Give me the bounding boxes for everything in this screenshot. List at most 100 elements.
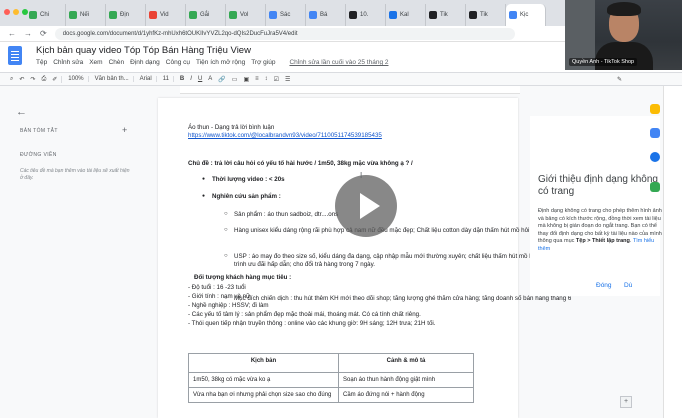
font-select[interactable]: Arial <box>140 76 157 82</box>
back-arrow-icon[interactable]: ← <box>8 29 16 38</box>
browser-tab[interactable]: Vol <box>226 4 266 26</box>
ruler[interactable] <box>180 86 520 94</box>
tab-favicon-icon <box>269 11 277 19</box>
maps-icon[interactable] <box>650 182 660 192</box>
print-icon[interactable]: ⎙ <box>41 76 46 83</box>
document-title[interactable]: Kịch bản quay video Tóp Tóp Bán Hàng Tri… <box>36 45 251 56</box>
tab-label: Sác <box>280 12 291 18</box>
panel-close-button[interactable]: Đóng <box>596 282 612 289</box>
window-controls[interactable] <box>4 9 28 15</box>
maximize-window-icon[interactable] <box>22 9 28 15</box>
line-spacing-icon[interactable]: ↕ <box>265 76 268 82</box>
checklist-icon[interactable]: ☑ <box>274 76 279 83</box>
text-color-icon[interactable]: A <box>208 76 212 82</box>
table-row: 1m50, 38kg có mặc vừa ko ạ Soạn áo thun … <box>188 372 474 388</box>
browser-tab[interactable]: Tik <box>466 4 506 26</box>
forward-arrow-icon[interactable]: → <box>24 29 32 38</box>
table-cell[interactable]: Cầm áo đứng nói + hành động <box>338 387 474 403</box>
tab-label: Tik <box>480 12 488 18</box>
menu-edit[interactable]: Chỉnh sửa <box>53 59 83 66</box>
font-size-select[interactable]: 11 <box>163 76 174 82</box>
minimize-window-icon[interactable] <box>13 9 19 15</box>
menu-file[interactable]: Tệp <box>36 59 47 66</box>
table-cell[interactable]: 1m50, 38kg có mặc vừa ko ạ <box>188 372 339 388</box>
menu-extensions[interactable]: Tiện ích mở rộng <box>196 59 245 66</box>
panel-more-button[interactable]: Dù <box>624 282 632 289</box>
menu-format[interactable]: Định dạng <box>130 59 160 66</box>
link-icon[interactable]: 🔗 <box>218 76 225 83</box>
target-occupation: - Nghề nghiệp : HSSV; đi làm <box>188 302 269 309</box>
tab-label: Gắi <box>200 12 210 18</box>
paint-format-icon[interactable]: ✐ <box>52 75 63 83</box>
target-psychology: - Các yếu tố tâm lý : sản phẩm đẹp mặc t… <box>188 311 421 318</box>
document-page[interactable]: Áo thun - Dạng trả lời bình luận https:/… <box>158 98 582 418</box>
comment-icon[interactable]: ▭ <box>232 76 238 83</box>
tab-favicon-icon <box>229 11 237 19</box>
close-window-icon[interactable] <box>4 9 10 15</box>
contacts-icon[interactable] <box>650 152 660 162</box>
reload-icon[interactable]: ⟳ <box>40 29 47 38</box>
align-icon[interactable]: ≡ <box>255 76 259 82</box>
browser-tab[interactable]: Địn <box>106 4 146 26</box>
summary-heading: BẢN TÓM TẮT <box>20 128 58 134</box>
underline-icon[interactable]: U <box>198 76 202 82</box>
explore-icon[interactable]: + <box>620 396 632 408</box>
tab-label: Vol <box>240 12 249 18</box>
close-outline-icon[interactable]: ← <box>16 106 27 118</box>
undo-icon[interactable]: ↶ <box>19 76 24 83</box>
tab-label: Tik <box>440 12 448 18</box>
menu-tools[interactable]: Công cụ <box>166 59 190 66</box>
table-cell[interactable]: Vừa nha bạn ơi nhưng phải chọn size sao … <box>188 387 339 403</box>
tab-favicon-icon <box>349 11 357 19</box>
add-summary-icon[interactable]: + <box>122 125 127 135</box>
browser-tab[interactable]: Kal <box>386 4 426 26</box>
browser-tab[interactable]: Chi <box>26 4 66 26</box>
target-age: - Độ tuổi : 16 -23 tuổi <box>188 284 246 291</box>
script-table: Kịch bản Cảnh & mô tả 1m50, 38kg có mặc … <box>188 353 474 403</box>
url-field[interactable]: docs.google.com/document/d/1yhfKz-mhUxh6… <box>54 27 515 40</box>
browser-tab[interactable]: Nếi <box>66 4 106 26</box>
tab-favicon-icon <box>509 11 517 19</box>
google-docs-logo-icon[interactable] <box>8 46 22 65</box>
tab-favicon-icon <box>69 11 77 19</box>
header-script: Kịch bản <box>188 353 339 373</box>
keep-icon[interactable] <box>650 104 660 114</box>
bold-icon[interactable]: B <box>180 76 184 82</box>
browser-tab[interactable]: Bá <box>306 4 346 26</box>
italic-icon[interactable]: I <box>190 76 192 82</box>
outline-sidebar: ← BẢN TÓM TẮT + ĐƯỜNG VIỀN Các tiêu đề m… <box>0 94 140 418</box>
style-select[interactable]: Văn bản th... <box>95 76 134 82</box>
menu-insert[interactable]: Chèn <box>109 59 125 66</box>
tab-label: Nếi <box>80 12 90 18</box>
topic-line: Chủ đề : trả lời câu hỏi có yếu tố hài h… <box>188 160 413 167</box>
image-icon[interactable]: ▣ <box>243 76 249 83</box>
formatting-toolbar: ⌕ ↶ ↷ ⎙ ✐ 100% Văn bản th... Arial 11 B … <box>0 72 682 86</box>
browser-tab[interactable]: Kịc <box>506 4 546 26</box>
search-menu-icon[interactable]: ⌕ <box>10 76 13 83</box>
browser-tab[interactable]: Vid <box>146 4 186 26</box>
tiktok-video-link[interactable]: https://www.tiktok.com/@localbrandvn93/v… <box>188 132 498 140</box>
zoom-select[interactable]: 100% <box>68 76 89 82</box>
menu-view[interactable]: Xem <box>89 59 102 66</box>
redo-icon[interactable]: ↷ <box>30 76 35 83</box>
browser-tab[interactable]: Gắi <box>186 4 226 26</box>
menu-help[interactable]: Trợ giúp <box>251 59 275 66</box>
editing-mode-icon[interactable]: ✎ <box>617 76 622 83</box>
header-scene: Cảnh & mô tả <box>338 353 474 373</box>
panel-title: Giới thiệu định dạng không có trang <box>538 174 658 197</box>
browser-tab[interactable]: 10. <box>346 4 386 26</box>
browser-tab[interactable]: Sác <box>266 4 306 26</box>
bullets-icon[interactable]: ☰ <box>285 76 290 83</box>
tab-label: Địn <box>120 12 130 18</box>
video-play-icon[interactable] <box>335 175 397 237</box>
browser-tab[interactable]: Tik <box>426 4 466 26</box>
tab-favicon-icon <box>109 11 117 19</box>
tasks-icon[interactable] <box>650 128 660 138</box>
tab-label: Kịc <box>520 12 529 18</box>
table-cell[interactable]: Soạn áo thun hành động giật mình <box>338 372 474 388</box>
docs-menubar: Tệp Chỉnh sửa Xem Chèn Định dạng Công cụ… <box>36 59 388 66</box>
last-edit-link[interactable]: Chỉnh sửa lần cuối vào 25 tháng 2 <box>289 59 388 66</box>
table-row: Vừa nha bạn ơi nhưng phải chọn size sao … <box>188 387 474 403</box>
webcam-label: Quyền Anh - TikTok Shop <box>569 58 638 66</box>
outline-heading: ĐƯỜNG VIỀN <box>20 152 57 158</box>
